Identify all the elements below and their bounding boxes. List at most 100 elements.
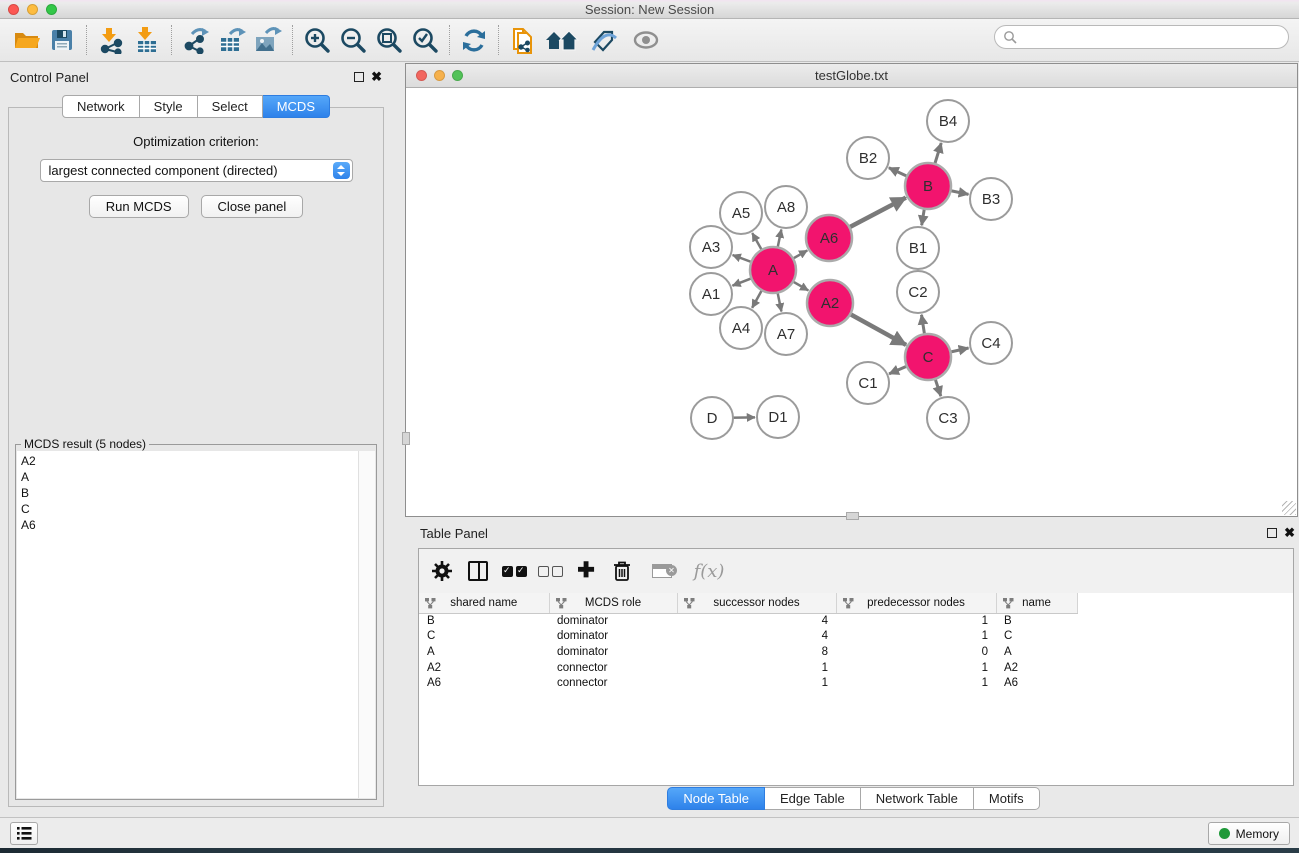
graph-node-B1[interactable]: B1 [897,227,939,269]
table-settings-button[interactable] [427,556,457,586]
table-row[interactable]: A6connector11A6 [419,675,1293,691]
hide-labels-button[interactable] [583,23,625,57]
select-stepper-icon [333,162,350,179]
result-item[interactable]: A2 [21,453,354,469]
export-image-button[interactable] [250,23,286,57]
tab-edge-table[interactable]: Edge Table [765,787,861,810]
graph-node-A4[interactable]: A4 [720,307,762,349]
tab-node-table[interactable]: Node Table [667,787,765,810]
column-header-MCDS-role[interactable]: MCDS role [549,593,677,613]
table-row[interactable]: Bdominator41B [419,613,1293,629]
graph-node-D[interactable]: D [691,397,733,439]
graph-node-B[interactable]: B [905,163,951,209]
save-floppy-icon [49,27,75,53]
tab-mcds[interactable]: MCDS [263,95,330,118]
graph-node-C[interactable]: C [905,334,951,380]
svg-text:C: C [923,349,934,366]
graph-node-A3[interactable]: A3 [690,226,732,268]
result-item[interactable]: B [21,485,354,501]
column-header-shared-name[interactable]: shared name [419,593,549,613]
tab-network[interactable]: Network [62,95,140,118]
column-header-predecessor-nodes[interactable]: predecessor nodes [836,593,996,613]
run-mcds-button[interactable]: Run MCDS [89,195,189,218]
table-cell: A [419,644,549,660]
graph-node-C4[interactable]: C4 [970,322,1012,364]
graph-node-A[interactable]: A [750,247,796,293]
result-item[interactable]: A [21,469,354,485]
column-header-name[interactable]: name [996,593,1077,613]
svg-text:C4: C4 [981,335,1000,352]
tab-motifs[interactable]: Motifs [974,787,1040,810]
show-panels-button[interactable] [10,822,38,845]
table-cell: connector [549,660,677,676]
import-network-button[interactable] [93,23,129,57]
graph-node-C1[interactable]: C1 [847,362,889,404]
horizontal-scrollbar-thumb[interactable] [846,512,859,520]
graph-node-B3[interactable]: B3 [970,178,1012,220]
result-scrollbar[interactable] [358,451,375,798]
vertical-scrollbar-thumb[interactable] [402,432,410,445]
network-window-titlebar[interactable]: testGlobe.txt [406,64,1297,88]
close-panel-button[interactable]: Close panel [201,195,304,218]
float-panel-icon[interactable] [1267,528,1277,538]
column-header-successor-nodes[interactable]: successor nodes [677,593,836,613]
table-row[interactable]: Cdominator41C [419,629,1293,645]
network-canvas[interactable]: B4 B2 B B3 A5 A8A6 A3 A B1 A1 A2 C2 A4A7 C4 C C1 C3 D D1 [406,88,1297,516]
zoom-selected-button[interactable] [407,23,443,57]
clone-network-button[interactable] [505,23,541,57]
search-box[interactable] [994,25,1289,49]
delete-table-button[interactable] [643,556,681,586]
graph-node-D1[interactable]: D1 [757,396,799,438]
result-item[interactable]: A6 [21,517,354,533]
column-layout-button[interactable] [463,556,493,586]
zoom-in-button[interactable] [299,23,335,57]
zoom-fit-button[interactable] [371,23,407,57]
graph-node-C3[interactable]: C3 [927,397,969,439]
close-panel-icon[interactable]: ✖ [371,69,382,85]
table-cell: 1 [677,675,836,691]
graph-node-A8[interactable]: A8 [765,186,807,228]
export-table-button[interactable] [214,23,250,57]
graph-node-A7[interactable]: A7 [765,313,807,355]
search-input[interactable] [1021,30,1280,44]
graph-node-B4[interactable]: B4 [927,100,969,142]
mcds-result-list[interactable]: A2ABCA6 [17,451,358,798]
window-resize-grip[interactable] [1282,501,1296,515]
open-session-button[interactable] [8,23,44,57]
close-panel-icon[interactable]: ✖ [1284,525,1295,541]
tab-select[interactable]: Select [198,95,263,118]
result-item[interactable]: C [21,501,354,517]
svg-text:C3: C3 [938,410,957,427]
tab-style[interactable]: Style [140,95,198,118]
svg-text:A5: A5 [732,205,750,222]
table-row[interactable]: Adominator80A [419,644,1293,660]
list-icon [16,826,32,841]
home-button[interactable] [541,23,583,57]
refresh-button[interactable] [456,23,492,57]
deselect-all-button[interactable] [535,556,565,586]
graph-node-A2[interactable]: A2 [807,280,853,326]
zoom-out-button[interactable] [335,23,371,57]
add-column-button[interactable]: ✚ [571,556,601,586]
hide-labels-icon [589,26,619,54]
graph-node-A1[interactable]: A1 [690,273,732,315]
table-cell-filler [1077,629,1293,645]
import-table-button[interactable] [129,23,165,57]
show-graphics-button[interactable] [625,23,667,57]
select-all-button[interactable] [499,556,529,586]
graph-node-B2[interactable]: B2 [847,137,889,179]
graph-node-A6[interactable]: A6 [806,215,852,261]
save-session-button[interactable] [44,23,80,57]
memory-button[interactable]: Memory [1208,822,1290,845]
graph-node-A5[interactable]: A5 [720,192,762,234]
table-panel-title: Table Panel [420,526,488,541]
graph-node-C2[interactable]: C2 [897,271,939,313]
tab-network-table[interactable]: Network Table [861,787,974,810]
function-builder-button[interactable]: f(x) [687,556,731,586]
float-panel-icon[interactable] [354,72,364,82]
table-row[interactable]: A2connector11A2 [419,660,1293,676]
delete-column-button[interactable] [607,556,637,586]
table-cell-filler [1077,613,1293,629]
optimization-criterion-select[interactable]: largest connected component (directed) [40,159,353,182]
export-network-button[interactable] [178,23,214,57]
